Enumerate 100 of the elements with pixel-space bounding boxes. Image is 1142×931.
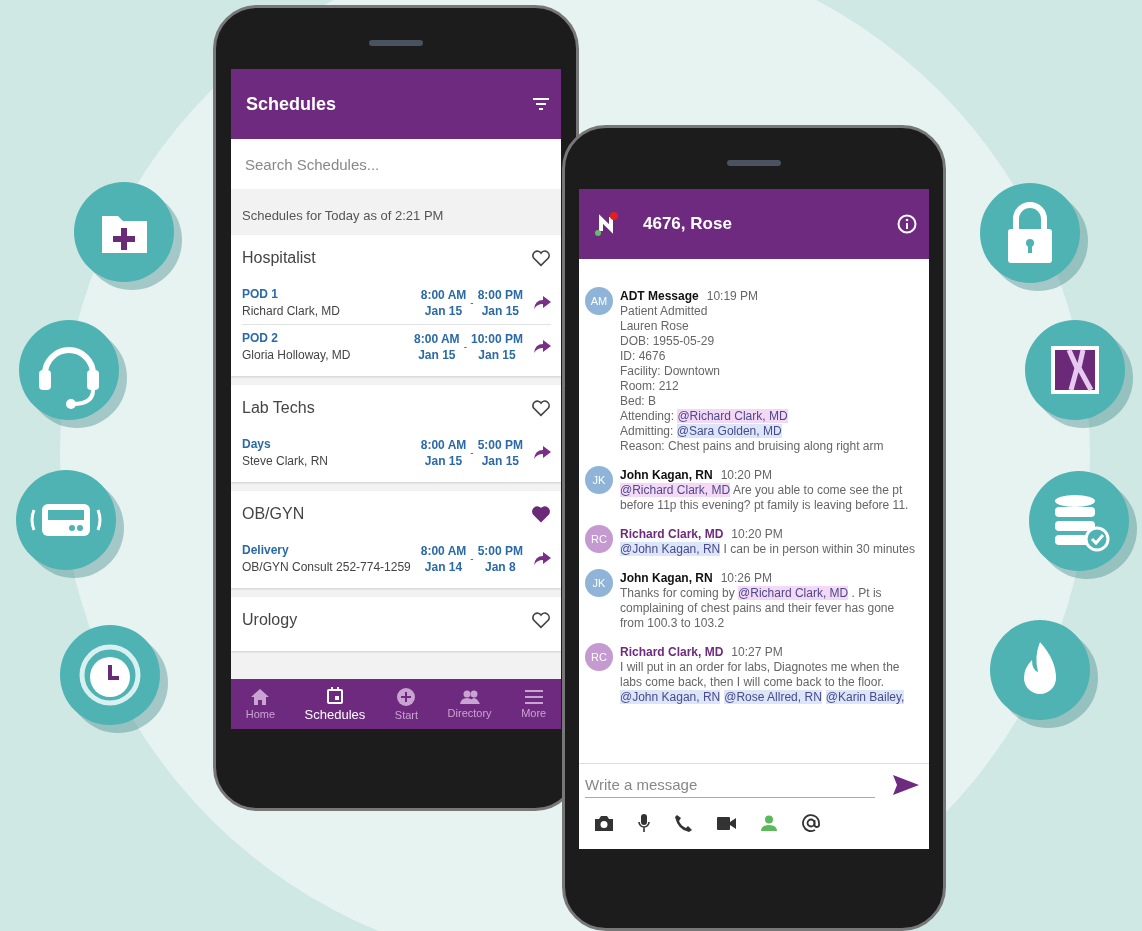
avatar-initials: JK	[585, 569, 613, 597]
search-field[interactable]: Search Schedules...	[231, 139, 561, 189]
range-separator: -	[470, 553, 474, 564]
info-icon[interactable]	[897, 214, 917, 234]
heart-icon[interactable]	[531, 399, 551, 417]
message-text: @John Kagan, RN I can be in person within 30 minutes	[620, 542, 917, 557]
nav-tab[interactable]: Start	[390, 679, 423, 729]
nav-tab[interactable]: Directory	[443, 679, 496, 729]
video-camera-icon[interactable]	[717, 816, 736, 830]
sender-name: Richard Clark, MD	[620, 527, 724, 541]
group-title: Urology	[242, 611, 298, 629]
start-time: 8:00 AM	[420, 543, 467, 558]
staff-name: Gloria Holloway, MD	[242, 348, 352, 362]
start-date: Jan 15	[424, 453, 463, 468]
group-title: OB/GYN	[242, 505, 305, 523]
camera-icon[interactable]	[595, 815, 613, 831]
mention-link[interactable]: @Richard Clark, MD	[677, 409, 788, 423]
send-icon[interactable]	[893, 775, 919, 795]
range-separator: -	[463, 341, 467, 352]
phone-icon[interactable]	[675, 814, 692, 832]
app-logo-icon	[593, 211, 619, 237]
mention-link[interactable]: @John Kagan, RN	[620, 542, 721, 556]
database-icon	[1029, 471, 1129, 571]
home-icon	[251, 688, 270, 705]
nav-tab[interactable]: More	[517, 679, 551, 729]
heart-icon[interactable]	[531, 611, 551, 629]
mention-link[interactable]: @Richard Clark, MD	[738, 586, 849, 600]
start-time: 8:00 AM	[414, 331, 460, 346]
message-time: 10:20 PM	[720, 468, 773, 482]
end-time: 5:00 PM	[477, 437, 523, 452]
start-date: Jan 15	[424, 303, 463, 318]
start-date: Jan 14	[424, 559, 463, 574]
at-sign-icon[interactable]	[802, 814, 820, 832]
message-text: I will put in an order for labs, Diagnotes me when the labs come back, then I will come back to the floor. @John Kagan, RN @Rose Allred, RN @Karin Bailey,	[620, 660, 906, 705]
shift-name[interactable]: Delivery	[242, 543, 421, 557]
message-text: Facility: Downtown	[620, 364, 722, 379]
shift-name[interactable]: POD 1	[242, 287, 421, 301]
heart-icon[interactable]	[531, 505, 551, 523]
end-date: Jan 15	[478, 347, 516, 362]
mention-link[interactable]: @Karin Bailey,	[825, 690, 905, 704]
shift-name[interactable]: POD 2	[242, 331, 415, 345]
sender-name: John Kagan, RN	[620, 468, 713, 482]
end-time: 5:00 PM	[477, 543, 523, 558]
menu-icon	[524, 689, 543, 704]
staff-name: OB/GYN Consult 252-774-1259	[242, 560, 412, 574]
padlock-icon	[980, 183, 1080, 283]
mention-link[interactable]: @Rose Allred, RN	[724, 690, 822, 704]
microphone-icon[interactable]	[638, 814, 650, 832]
mention-link[interactable]: @Sara Golden, MD	[676, 424, 782, 438]
conversation-title: 4676, Rose	[643, 214, 733, 234]
people-icon	[459, 689, 480, 704]
pager-icon	[16, 470, 116, 570]
message-time: 10:27 PM	[731, 645, 783, 659]
avatar-initials: RC	[585, 525, 613, 553]
message-text: ID: 4676	[620, 349, 667, 364]
knee-xray-icon	[1025, 320, 1125, 420]
message-text: @Richard Clark, MD Are you able to come see the pt before 11p this evening? pt family is leaving before 11.	[620, 483, 910, 513]
share-icon[interactable]	[533, 295, 551, 310]
plus-circle-icon	[397, 687, 416, 706]
message-text: DOB: 1955-05-29	[620, 334, 716, 349]
schedules-date-label: Schedules for Today as of 2:21 PM	[241, 207, 445, 225]
message-text: Patient Admitted	[620, 304, 709, 319]
message-text: Admitting: @Sara Golden, MD	[620, 424, 783, 439]
end-date: Jan 8	[484, 559, 516, 574]
end-time: 8:00 PM	[477, 287, 523, 302]
headset-icon	[19, 320, 119, 420]
message-text: Attending: @Richard Clark, MD	[620, 409, 789, 424]
message-text: Reason: Chest pains and bruising along right arm	[620, 439, 885, 454]
filter-icon[interactable]	[533, 97, 549, 111]
start-time: 8:00 AM	[420, 287, 467, 302]
start-time: 8:00 AM	[420, 437, 467, 452]
avatar-initials: RC	[585, 643, 613, 671]
start-date: Jan 15	[418, 347, 456, 362]
range-separator: -	[470, 297, 474, 308]
clock-icon	[60, 625, 160, 725]
nav-tab[interactable]: Home	[241, 679, 280, 729]
message-text: Lauren Rose	[620, 319, 690, 334]
share-icon[interactable]	[533, 445, 551, 460]
share-icon[interactable]	[533, 339, 551, 354]
avatar-initials: AM	[585, 287, 613, 315]
nav-tab[interactable]: Schedules	[300, 679, 370, 729]
sender-name: Richard Clark, MD	[620, 645, 724, 659]
range-separator: -	[470, 447, 474, 458]
message-time: 10:26 PM	[720, 571, 773, 585]
mention-link[interactable]: @Richard Clark, MD	[620, 483, 731, 497]
end-time: 10:00 PM	[470, 331, 523, 346]
calendar-icon	[326, 686, 343, 704]
message-text: Room: 212	[620, 379, 680, 394]
shift-name[interactable]: Days	[242, 437, 421, 451]
sender-name: John Kagan, RN	[620, 571, 713, 585]
share-icon[interactable]	[533, 551, 551, 566]
end-date: Jan 15	[481, 303, 519, 318]
mention-link[interactable]: @John Kagan, RN	[620, 690, 721, 704]
group-title: Hospitalist	[242, 249, 316, 267]
sender-name: ADT Message	[620, 289, 699, 303]
staff-name: Richard Clark, MD	[242, 304, 341, 318]
message-text: Bed: B	[620, 394, 658, 409]
screen-title: Schedules	[246, 93, 337, 115]
heart-icon[interactable]	[531, 249, 551, 267]
end-date: Jan 15	[481, 453, 519, 468]
